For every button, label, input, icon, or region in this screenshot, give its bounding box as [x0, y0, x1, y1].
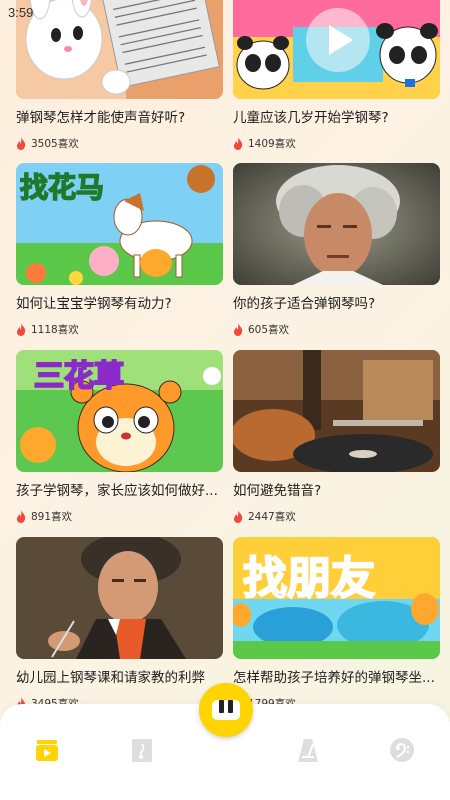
video-thumbnail[interactable]	[16, 537, 223, 659]
like-count: 1409喜欢	[233, 136, 440, 151]
video-card[interactable]: 幼儿园上钢琴课和请家教的利弊 3495喜欢	[16, 537, 223, 705]
flame-icon	[234, 510, 243, 523]
thumbnail-title-text: 找花马	[20, 171, 104, 204]
flame-icon	[17, 323, 26, 336]
tab-bass-clef[interactable]	[388, 736, 416, 764]
video-title: 你的孩子适合弹钢琴吗?	[233, 296, 376, 312]
like-count: 605喜欢	[233, 322, 440, 337]
video-card[interactable]: 三花草 孩子学钢琴，家长应该如何做好... 891喜欢	[16, 350, 223, 524]
video-title: 怎样帮助孩子培养好的弹钢琴坐...	[233, 670, 435, 686]
like-count: 3505喜欢	[16, 136, 223, 151]
like-count: 1118喜欢	[16, 322, 223, 337]
piano-button[interactable]	[199, 683, 253, 737]
video-thumbnail[interactable]	[233, 163, 440, 285]
like-count-text: 605喜欢	[248, 324, 290, 336]
tab-video[interactable]	[33, 736, 61, 764]
like-count: 891喜欢	[16, 509, 223, 524]
status-bar: 3:59	[0, 0, 450, 26]
video-title: 幼儿园上钢琴课和请家教的利弊	[16, 670, 205, 686]
piano-keys-icon	[212, 700, 240, 720]
like-count-text: 2447喜欢	[248, 511, 296, 523]
tab-metronome[interactable]	[294, 736, 322, 764]
video-title: 如何避免错音?	[233, 483, 322, 499]
flame-icon	[17, 510, 26, 523]
video-title: 如何让宝宝学钢琴有动力?	[16, 296, 172, 312]
bass-clef-icon	[390, 738, 414, 762]
video-card[interactable]: 如何避免错音? 2447喜欢	[233, 350, 440, 524]
tab-music-score[interactable]	[128, 736, 156, 764]
like-count: 2447喜欢	[233, 509, 440, 524]
thumbnail-title-text: 找朋友	[243, 553, 375, 604]
like-count-text: 1118喜欢	[31, 324, 79, 336]
flame-icon	[234, 323, 243, 336]
video-thumbnail[interactable]: 三花草	[16, 350, 223, 472]
video-icon	[36, 740, 58, 761]
like-count-text: 891喜欢	[31, 511, 73, 523]
video-feed[interactable]: 弹钢琴怎样才能使声音好听? 3505喜欢 儿童应该几岁开始学钢琴? 1409喜欢…	[0, 0, 450, 705]
video-thumbnail[interactable]: 找花马	[16, 163, 223, 285]
video-thumbnail[interactable]: 找朋友	[233, 537, 440, 659]
flame-icon	[17, 137, 26, 150]
metronome-icon	[298, 739, 318, 762]
video-title: 儿童应该几岁开始学钢琴?	[233, 110, 389, 126]
like-count-text: 1409喜欢	[248, 138, 296, 150]
video-title: 孩子学钢琴，家长应该如何做好...	[16, 483, 218, 499]
like-count-text: 3505喜欢	[31, 138, 79, 150]
video-card[interactable]: 找花马 如何让宝宝学钢琴有动力? 1118喜欢	[16, 163, 223, 337]
video-title: 弹钢琴怎样才能使声音好听?	[16, 110, 186, 126]
flame-icon	[234, 137, 243, 150]
video-card[interactable]: 你的孩子适合弹钢琴吗? 605喜欢	[233, 163, 440, 337]
music-score-icon	[132, 739, 152, 762]
video-thumbnail[interactable]	[233, 350, 440, 472]
video-card[interactable]: 找朋友 怎样帮助孩子培养好的弹钢琴坐... 1799喜欢	[233, 537, 440, 705]
thumbnail-title-text: 三花草	[34, 359, 124, 394]
status-time: 3:59	[8, 5, 34, 20]
